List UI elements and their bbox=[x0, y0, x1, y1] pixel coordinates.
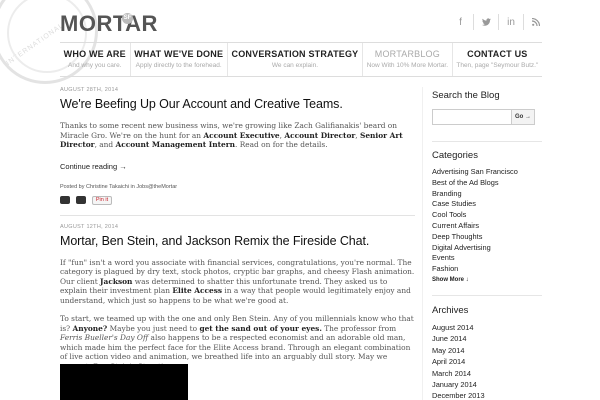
nav-conversation-strategy[interactable]: CONVERSATION STRATEGY We can explain. bbox=[226, 43, 362, 76]
sidebar-divider bbox=[432, 141, 542, 142]
post-date: AUGUST 28TH, 2014 bbox=[60, 87, 119, 93]
nav-title: WHAT WE'VE DONE bbox=[134, 49, 224, 59]
share-buttons: Pin it bbox=[60, 195, 415, 205]
seal-text: INTERNATIONAL bbox=[5, 21, 66, 68]
category-item[interactable]: Best of the Ad Blogs bbox=[432, 178, 542, 189]
client-link[interactable]: Jackson bbox=[100, 277, 132, 286]
category-item[interactable]: Branding bbox=[432, 189, 542, 200]
archives-list: August 2014 June 2014 May 2014 April 201… bbox=[432, 322, 542, 400]
show-more-button[interactable]: Show More ↓ bbox=[432, 277, 542, 283]
category-item[interactable]: Case Studies bbox=[432, 199, 542, 210]
sand-link[interactable]: get the sand out of your eyes. bbox=[199, 324, 321, 333]
role-account-management-intern: Account Management Intern bbox=[115, 140, 236, 149]
rss-icon[interactable] bbox=[523, 14, 548, 30]
plan-link[interactable]: Elite Access bbox=[172, 286, 222, 295]
role-account-executive: Account Executive bbox=[203, 130, 280, 140]
post-title[interactable]: Mortar, Ben Stein, and Jackson Remix the… bbox=[60, 234, 415, 248]
nav-title: WHO WE ARE bbox=[63, 49, 126, 59]
category-item[interactable]: Current Affairs bbox=[432, 221, 542, 232]
post-title[interactable]: We're Beefing Up Our Account and Creativ… bbox=[60, 97, 415, 111]
text: The professor from bbox=[321, 323, 397, 333]
continue-reading-link[interactable]: Continue reading → bbox=[60, 162, 415, 171]
facebook-icon[interactable]: f bbox=[448, 14, 473, 30]
share-button[interactable] bbox=[76, 196, 86, 204]
archive-item[interactable]: April 2014 bbox=[432, 356, 542, 367]
site-logo[interactable]: MORTAR bbox=[60, 11, 158, 37]
category-item[interactable]: Cool Tools bbox=[432, 210, 542, 221]
archives-section: Archives August 2014 June 2014 May 2014 … bbox=[432, 305, 542, 400]
nav-subtitle: Now With 10% More Mortar. bbox=[366, 62, 449, 69]
post-divider bbox=[60, 214, 415, 216]
category-item[interactable]: Events bbox=[432, 253, 542, 264]
sidebar-divider bbox=[432, 294, 542, 296]
nav-who-we-are[interactable]: WHO WE ARE And why you care. bbox=[60, 43, 130, 76]
posted-by-label: Posted by bbox=[60, 183, 85, 190]
role-account-director: Account Director bbox=[284, 130, 356, 140]
text: Maybe you just need to bbox=[107, 323, 200, 333]
category-item[interactable]: Digital Advertising bbox=[432, 243, 542, 254]
author-link[interactable]: Christine Takaichi bbox=[86, 184, 129, 190]
video-player[interactable] bbox=[60, 364, 188, 400]
search-form: Go → bbox=[432, 109, 542, 125]
archive-item[interactable]: March 2014 bbox=[432, 368, 542, 379]
categories-list: Advertising San Francisco Best of the Ad… bbox=[432, 167, 542, 275]
linkedin-icon[interactable]: in bbox=[498, 14, 523, 30]
archive-item[interactable]: June 2014 bbox=[432, 333, 542, 344]
category-item[interactable]: Deep Thoughts bbox=[432, 232, 542, 243]
nav-subtitle: We can explain. bbox=[271, 62, 319, 69]
post-meta: Posted by Christine Takaichi in Jobs@the… bbox=[60, 184, 415, 190]
post-excerpt: Thanks to some recent new business wins,… bbox=[60, 121, 415, 150]
nav-subtitle: And why you care. bbox=[68, 62, 122, 69]
nav-subtitle: Apply directly to the forehead. bbox=[135, 62, 222, 69]
logo-badge: SF bbox=[122, 13, 133, 24]
categories-section: Categories Advertising San Francisco Bes… bbox=[432, 150, 542, 283]
nav-subtitle: Then, page "Seymour Butz." bbox=[456, 62, 539, 69]
category-item[interactable]: Fashion bbox=[432, 264, 542, 275]
posted-in-label: in bbox=[130, 183, 135, 190]
column-divider bbox=[422, 87, 423, 400]
paragraph: To start, we teamed up with the one and … bbox=[60, 314, 415, 371]
category-item[interactable]: Advertising San Francisco bbox=[432, 167, 542, 178]
nav-contact-us[interactable]: CONTACT US Then, page "Seymour Butz." bbox=[451, 43, 542, 76]
archive-item[interactable]: December 2013 bbox=[432, 390, 542, 400]
nav-title: CONTACT US bbox=[467, 49, 528, 59]
archive-item[interactable]: August 2014 bbox=[432, 322, 542, 333]
search-title: Search the Blog bbox=[432, 90, 500, 101]
archive-item[interactable]: May 2014 bbox=[432, 345, 542, 356]
post-excerpt: If "fun" isn't a word you associate with… bbox=[60, 258, 415, 372]
text: . Read on for the details. bbox=[235, 140, 328, 149]
nav-title: MORTARBLOG bbox=[374, 49, 440, 59]
pinterest-button[interactable]: Pin it bbox=[92, 195, 112, 205]
text: , and bbox=[94, 140, 116, 149]
blog-main: AUGUST 28TH, 2014 We're Beefing Up Our A… bbox=[60, 87, 415, 400]
twitter-icon[interactable] bbox=[473, 14, 498, 30]
social-links: f in bbox=[448, 14, 548, 30]
search-go-button[interactable]: Go → bbox=[512, 109, 535, 125]
main-nav: WHO WE ARE And why you care. WHAT WE'VE … bbox=[60, 43, 542, 77]
archives-title: Archives bbox=[432, 304, 469, 316]
anyone-link[interactable]: Anyone? bbox=[72, 324, 107, 333]
film-title: Ferris Bueller's Day Off bbox=[60, 333, 149, 342]
post-date: AUGUST 12TH, 2014 bbox=[60, 223, 119, 230]
archive-item[interactable]: January 2014 bbox=[432, 379, 542, 390]
paragraph: If "fun" isn't a word you associate with… bbox=[60, 258, 415, 306]
blog-post: AUGUST 12TH, 2014 Mortar, Ben Stein, and… bbox=[60, 224, 415, 372]
nav-what-weve-done[interactable]: WHAT WE'VE DONE Apply directly to the fo… bbox=[129, 43, 227, 76]
blog-post: AUGUST 28TH, 2014 We're Beefing Up Our A… bbox=[60, 87, 415, 216]
nav-title: CONVERSATION STRATEGY bbox=[231, 49, 359, 59]
share-button[interactable] bbox=[60, 196, 70, 204]
sidebar: Search the Blog Go → Categories Advertis… bbox=[432, 90, 542, 400]
search-input[interactable] bbox=[432, 109, 512, 125]
nav-mortarblog[interactable]: MORTARBLOG Now With 10% More Mortar. bbox=[362, 43, 452, 76]
category-link[interactable]: Jobs@theMortar bbox=[136, 184, 177, 190]
categories-title: Categories bbox=[432, 150, 478, 161]
